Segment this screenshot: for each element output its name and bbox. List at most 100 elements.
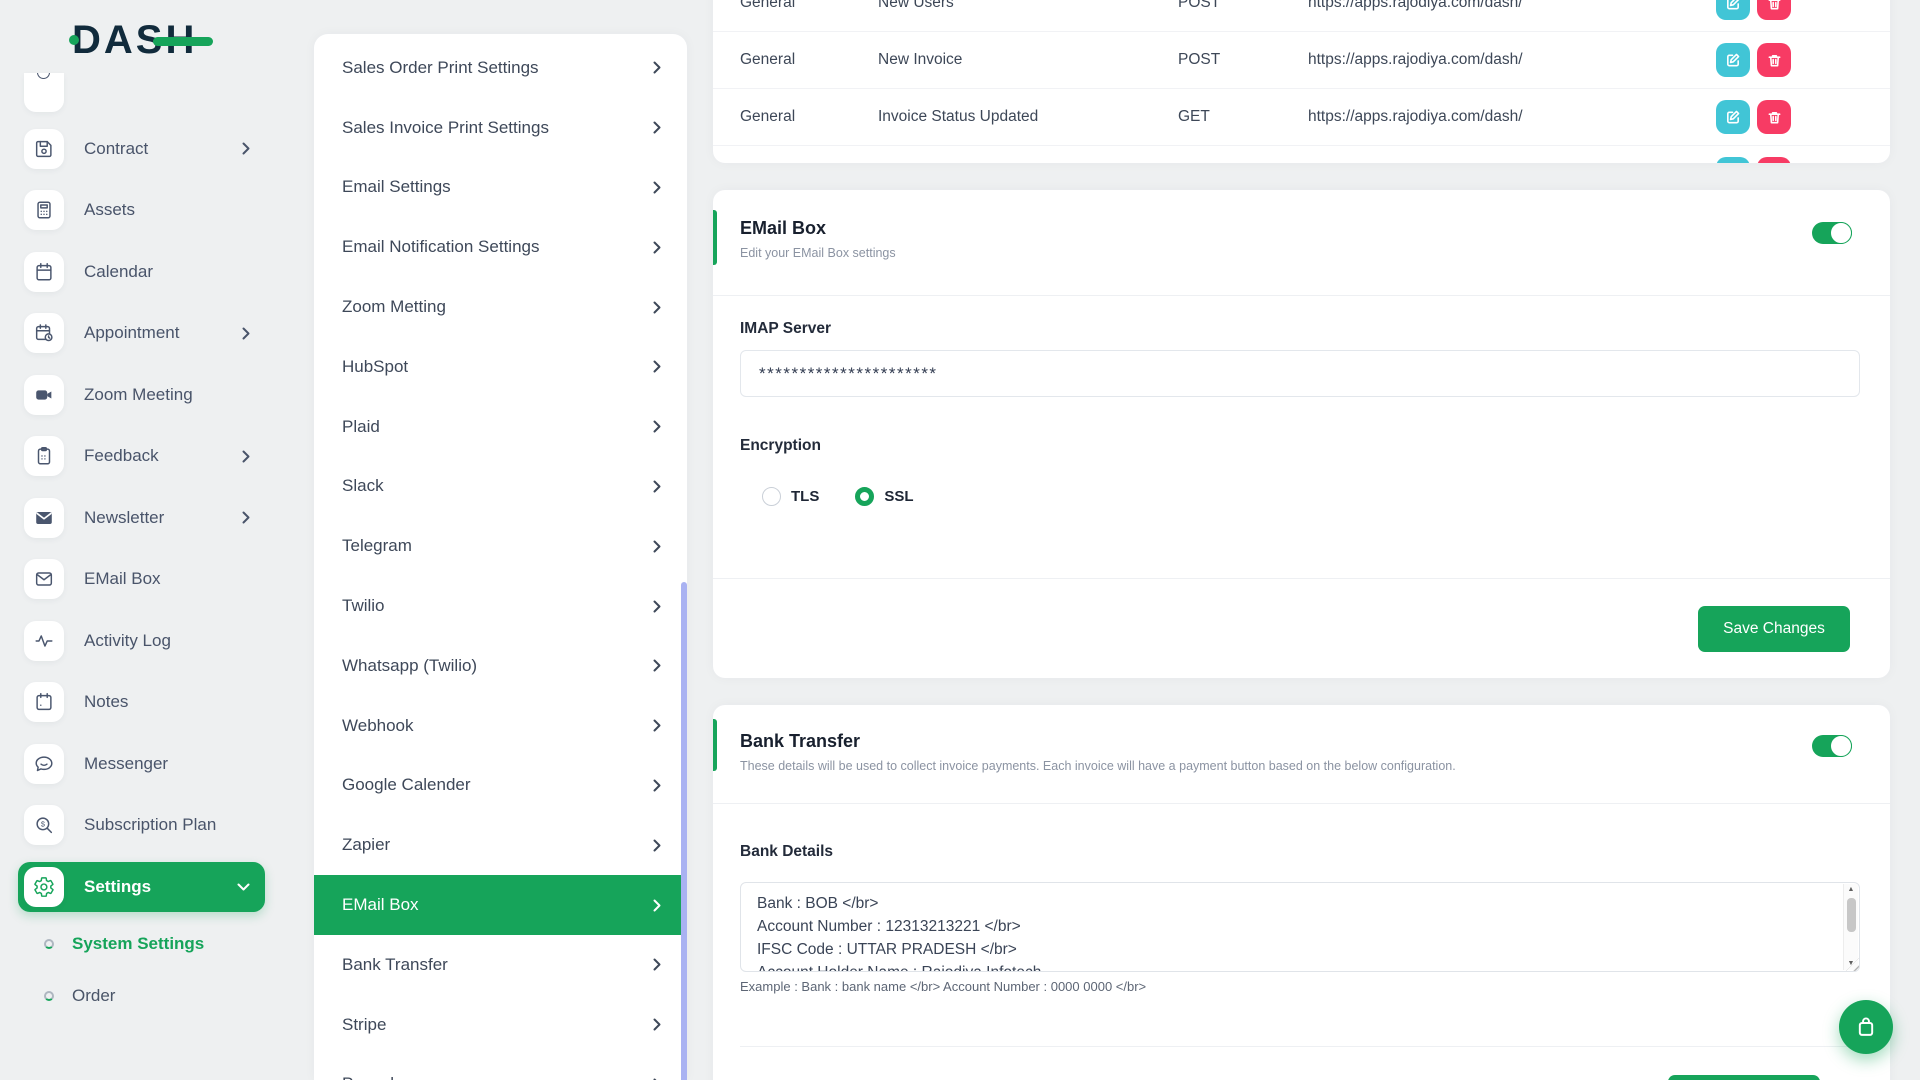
- sidebar-subitem-label: System Settings: [72, 934, 204, 954]
- cell-module: General: [740, 0, 878, 12]
- encryption-label: Encryption: [740, 434, 1860, 458]
- sidebar-item-calendar[interactable]: Calendar: [0, 241, 290, 303]
- bank-details-textarea[interactable]: Bank : BOB </br> Account Number : 123132…: [740, 882, 1860, 972]
- radio-tls[interactable]: TLS: [762, 487, 819, 506]
- save-changes-button[interactable]: Save Changes: [1668, 1075, 1820, 1080]
- radio-ssl[interactable]: SSL: [855, 487, 913, 506]
- edit-button[interactable]: [1716, 0, 1750, 20]
- calendar-icon: [24, 252, 64, 292]
- menu-item-plaid[interactable]: Plaid: [314, 397, 687, 457]
- menu-item-email-box[interactable]: EMail Box: [314, 875, 687, 935]
- edit-button[interactable]: [1716, 157, 1750, 163]
- bank-details-label: Bank Details: [740, 840, 1860, 864]
- menu-item-label: Whatsapp (Twilio): [342, 656, 477, 676]
- sidebar-item-subscription-plan[interactable]: $ Subscription Plan: [0, 795, 290, 857]
- menu-item-sales-order-print-settings[interactable]: Sales Order Print Settings: [314, 38, 687, 98]
- delete-button[interactable]: [1757, 100, 1791, 134]
- chevron-right-icon: [653, 241, 661, 254]
- appointment-icon: [24, 313, 64, 353]
- imap-server-input[interactable]: [740, 350, 1860, 397]
- sidebar-item-label: Assets: [84, 200, 135, 220]
- toggle-knob: [1830, 735, 1852, 757]
- textarea-scrollbar[interactable]: ▲ ▼: [1843, 884, 1858, 970]
- sidebar-item-label: Calendar: [84, 262, 153, 282]
- imap-server-label: IMAP Server: [740, 317, 1860, 341]
- toggle-knob: [1830, 222, 1852, 244]
- contract-icon: [24, 129, 64, 169]
- sidebar-item-label: Settings: [84, 877, 151, 897]
- save-changes-button[interactable]: Save Changes: [1698, 606, 1850, 652]
- sidebar-item-label: EMail Box: [84, 569, 161, 589]
- chevron-right-icon: [653, 480, 661, 493]
- menu-item-stripe[interactable]: Stripe: [314, 995, 687, 1055]
- menu-item-label: EMail Box: [342, 895, 419, 915]
- menu-item-zapier[interactable]: Zapier: [314, 815, 687, 875]
- delete-button[interactable]: [1757, 43, 1791, 77]
- email-box-section: EMail Box Edit your EMail Box settings I…: [713, 190, 1890, 678]
- menu-item-google-calender[interactable]: Google Calender: [314, 756, 687, 816]
- menu-item-label: Zapier: [342, 835, 390, 855]
- sidebar-item-notes[interactable]: Notes: [0, 672, 290, 734]
- chevron-right-icon: [242, 511, 250, 524]
- edit-button[interactable]: [1716, 43, 1750, 77]
- sidebar-item-contract[interactable]: Contract: [0, 118, 290, 180]
- sidebar-nav: Contract Assets Calendar Appointment: [0, 118, 290, 1022]
- sidebar-subitem-order[interactable]: Order: [0, 970, 290, 1022]
- brand-logo: DASH: [72, 18, 197, 63]
- delete-button[interactable]: [1757, 0, 1791, 20]
- scroll-up-icon[interactable]: ▲: [1844, 884, 1858, 896]
- sidebar-item-feedback[interactable]: Feedback: [0, 426, 290, 488]
- menu-item-slack[interactable]: Slack: [314, 457, 687, 517]
- menu-item-zoom-metting[interactable]: Zoom Metting: [314, 277, 687, 337]
- envelope-filled-icon: [24, 498, 64, 538]
- menu-item-sales-invoice-print-settings[interactable]: Sales Invoice Print Settings: [314, 98, 687, 158]
- sidebar-item-partial[interactable]: [24, 73, 64, 112]
- email-box-toggle[interactable]: [1812, 222, 1852, 244]
- menu-item-telegram[interactable]: Telegram: [314, 516, 687, 576]
- sidebar-item-settings[interactable]: Settings: [0, 856, 290, 918]
- edit-button[interactable]: [1716, 100, 1750, 134]
- cell-method: POST: [1178, 51, 1308, 69]
- bullet-ring-icon: [44, 939, 54, 949]
- menu-item-hubspot[interactable]: HubSpot: [314, 337, 687, 397]
- menu-item-bank-transfer[interactable]: Bank Transfer: [314, 935, 687, 995]
- sidebar-item-label: Feedback: [84, 446, 159, 466]
- bank-transfer-toggle[interactable]: [1812, 735, 1852, 757]
- chevron-right-icon: [653, 540, 661, 553]
- menu-item-webhook[interactable]: Webhook: [314, 696, 687, 756]
- shopping-bag-fab-button[interactable]: [1839, 1000, 1893, 1054]
- menu-item-twilio[interactable]: Twilio: [314, 576, 687, 636]
- shopping-bag-icon: [1853, 1014, 1879, 1040]
- menu-item-label: Webhook: [342, 716, 414, 736]
- gear-icon: [24, 867, 64, 907]
- svg-text:$: $: [41, 820, 45, 829]
- menu-item-paypal[interactable]: Paypal: [314, 1055, 687, 1080]
- sidebar-item-label: Notes: [84, 692, 128, 712]
- sidebar-subitem-system-settings[interactable]: System Settings: [0, 918, 290, 970]
- sidebar-item-appointment[interactable]: Appointment: [0, 303, 290, 365]
- sidebar-item-newsletter[interactable]: Newsletter: [0, 487, 290, 549]
- menu-item-label: Google Calender: [342, 775, 471, 795]
- sidebar-item-messenger[interactable]: Messenger: [0, 733, 290, 795]
- chat-bubble-icon: [24, 744, 64, 784]
- sidebar-item-assets[interactable]: Assets: [0, 180, 290, 242]
- sidebar-item-zoom-meeting[interactable]: Zoom Meeting: [0, 364, 290, 426]
- menu-item-whatsapp-twilio[interactable]: Whatsapp (Twilio): [314, 636, 687, 696]
- bank-transfer-body: Bank Details Bank : BOB </br> Account Nu…: [713, 840, 1890, 1080]
- menu-item-label: Paypal: [342, 1074, 394, 1080]
- cell-module: General: [740, 108, 878, 126]
- chevron-right-icon: [242, 327, 250, 340]
- sidebar-item-activity-log[interactable]: Activity Log: [0, 610, 290, 672]
- scrollbar-thumb[interactable]: [1847, 898, 1856, 932]
- chevron-right-icon: [653, 360, 661, 373]
- bank-transfer-header: Bank Transfer These details will be used…: [713, 705, 1890, 804]
- menu-item-email-notification-settings[interactable]: Email Notification Settings: [314, 217, 687, 277]
- menu-item-label: Email Settings: [342, 177, 451, 197]
- menu-item-email-settings[interactable]: Email Settings: [314, 158, 687, 218]
- chevron-right-icon: [653, 779, 661, 792]
- delete-button[interactable]: [1757, 157, 1791, 163]
- sidebar-item-email-box[interactable]: EMail Box: [0, 549, 290, 611]
- sidebar-item-label: Contract: [84, 139, 148, 159]
- menu-scrollbar[interactable]: [681, 582, 687, 1080]
- bullet-ring-icon: [44, 991, 54, 1001]
